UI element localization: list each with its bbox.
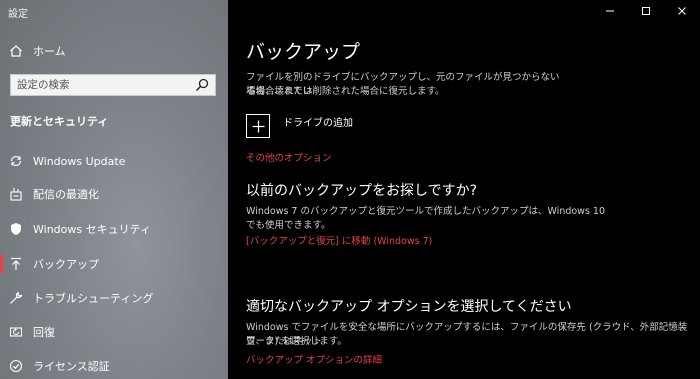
backup-arrow-icon <box>9 257 23 271</box>
add-drive-label[interactable]: ドライブの追加 <box>283 114 353 129</box>
check-circle-icon <box>9 359 23 373</box>
old-backup-description-line1: Windows 7 のバックアップと復元ツールで作成したバックアップは、Wind… <box>246 206 606 217</box>
sidebar-item-label: Windows セキュリティ <box>33 223 151 236</box>
search-input[interactable] <box>11 75 195 95</box>
maximize-button[interactable] <box>628 0 664 22</box>
main-panel: バックアップ ファイルを別のドライブにバックアップし、元のファイルが見つからない… <box>228 0 700 379</box>
wrench-icon <box>9 291 23 305</box>
minimize-icon <box>606 10 614 12</box>
search-icon[interactable] <box>195 78 209 92</box>
sidebar-item-label: ホーム <box>33 45 66 58</box>
sidebar: 設定 ホーム 更新とセキュリティ Windows Update 配信の最適化 W… <box>0 0 228 379</box>
add-drive-button[interactable] <box>246 114 270 138</box>
sidebar-item-backup[interactable]: バックアップ <box>0 251 228 277</box>
backup-restore-link[interactable]: [バックアップと復元] に移動 (Windows 7) <box>246 233 432 247</box>
sidebar-item-recovery[interactable]: 回復 <box>0 319 228 345</box>
more-options-link[interactable]: その他のオプション <box>246 150 332 164</box>
shield-icon <box>9 222 23 236</box>
sidebar-item-label: バックアップ <box>33 258 99 271</box>
delivery-optimization-icon <box>9 187 23 201</box>
sidebar-item-label: Windows Update <box>33 154 126 168</box>
sidebar-item-troubleshoot[interactable]: トラブルシューティング <box>0 285 228 311</box>
recovery-icon <box>9 325 23 339</box>
backup-details-link[interactable]: バックアップ オプションの詳細 <box>246 352 382 366</box>
old-backup-heading: 以前のバックアップをお探しですか? <box>246 183 478 199</box>
sync-icon <box>9 154 23 168</box>
choose-backup-heading: 適切なバックアップ オプションを選択してください <box>246 299 572 315</box>
search-box[interactable] <box>10 74 216 96</box>
sidebar-item-home[interactable]: ホーム <box>0 38 228 64</box>
close-button[interactable] <box>664 0 700 22</box>
app-title: 設定 <box>8 9 28 20</box>
sidebar-item-windows-update[interactable]: Windows Update <box>0 148 228 174</box>
plus-icon <box>252 120 264 132</box>
sidebar-item-label: ライセンス認証 <box>33 360 110 373</box>
maximize-icon <box>642 7 650 15</box>
sidebar-item-label: 配信の最適化 <box>33 188 99 201</box>
sidebar-item-delivery-optimization[interactable]: 配信の最適化 <box>0 181 228 207</box>
sidebar-item-windows-security[interactable]: Windows セキュリティ <box>0 216 228 242</box>
backup-description-line2: る場合、または削除された場合に復元します。 <box>246 86 445 97</box>
sidebar-item-activation[interactable]: ライセンス認証 <box>0 353 228 379</box>
page-title: バックアップ <box>246 41 361 63</box>
minimize-button[interactable] <box>592 0 628 22</box>
choose-backup-description-line2: ワーク) を選択します。 <box>246 336 347 347</box>
section-title: 更新とセキュリティ <box>10 115 109 128</box>
home-icon <box>9 44 23 58</box>
close-icon <box>678 7 686 15</box>
old-backup-description-line2: でも使用できます。 <box>246 220 331 231</box>
sidebar-item-label: 回復 <box>33 326 55 339</box>
sidebar-item-label: トラブルシューティング <box>33 292 154 305</box>
